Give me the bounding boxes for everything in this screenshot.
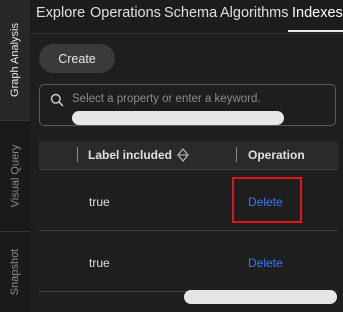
left-nav-rail: Graph Analysis Visual Query Snapshot	[0, 0, 30, 312]
search-box[interactable]	[39, 84, 336, 126]
tab-indexes[interactable]: Indexes	[292, 4, 343, 22]
search-icon	[50, 93, 64, 107]
redacted-region	[72, 111, 284, 125]
sidebar-item-visual-query[interactable]: Visual Query	[0, 121, 30, 231]
create-button[interactable]: Create	[39, 44, 115, 73]
table-row: true Delete	[39, 170, 338, 231]
active-tab-indicator	[288, 30, 343, 32]
sort-icon[interactable]	[177, 147, 189, 163]
tab-operations[interactable]: Operations	[90, 4, 161, 22]
delete-link[interactable]: Delete	[248, 256, 283, 270]
indexes-table: Label included Operation true Delete tru…	[39, 141, 338, 292]
label-included-cell: true	[89, 256, 110, 270]
label-included-cell: true	[89, 195, 110, 209]
sidebar-item-graph-analysis[interactable]: Graph Analysis	[0, 0, 30, 120]
highlight-box	[232, 177, 302, 223]
redacted-region	[184, 290, 337, 304]
tab-schema[interactable]: Schema	[164, 4, 217, 22]
tab-bar: Explore Operations Schema Algorithms Ind…	[30, 0, 343, 34]
search-input[interactable]	[72, 91, 322, 107]
table-header: Label included Operation	[39, 141, 338, 170]
sidebar-item-snapshot[interactable]: Snapshot	[0, 232, 30, 312]
sidebar-item-label: Snapshot	[9, 248, 22, 296]
tab-explore[interactable]: Explore	[36, 4, 85, 22]
column-header-label-included: Label included	[88, 148, 173, 162]
column-separator	[77, 147, 78, 162]
sidebar-item-label: Visual Query	[9, 144, 21, 208]
tab-algorithms[interactable]: Algorithms	[220, 4, 289, 22]
table-row: true Delete	[39, 231, 338, 292]
column-header-operation: Operation	[248, 148, 305, 162]
column-separator	[236, 147, 237, 162]
sidebar-item-label: Graph Analysis	[9, 23, 22, 97]
